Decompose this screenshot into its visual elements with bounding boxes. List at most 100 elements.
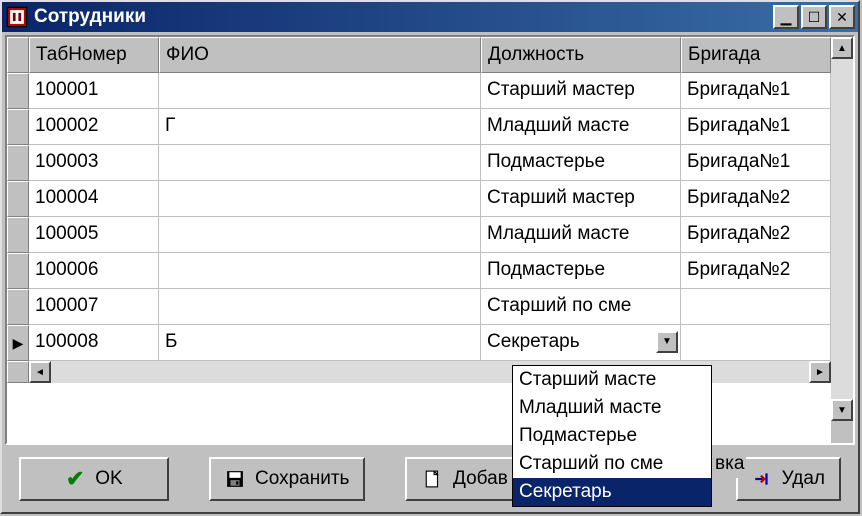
col-header-brg[interactable]: Бригада — [681, 37, 831, 73]
option-text: Старший по сме — [519, 453, 663, 474]
cell-pos[interactable]: Старший по сме — [481, 289, 681, 325]
add-button-label: Добав — [453, 468, 508, 490]
close-icon: ✕ — [836, 9, 848, 26]
titlebar[interactable]: Сотрудники ▁ ☐ ✕ — [2, 2, 858, 32]
add-button[interactable]: Добав — [405, 457, 525, 501]
cell-fio[interactable] — [159, 289, 481, 325]
employees-window: Сотрудники ▁ ☐ ✕ ТабНомер ФИО Должность … — [0, 0, 860, 514]
cell-tab[interactable]: 100002 — [29, 109, 159, 145]
cell-tab[interactable]: 100004 — [29, 181, 159, 217]
save-button[interactable]: Сохранить — [209, 457, 365, 501]
col-header-tab[interactable]: ТабНомер — [29, 37, 159, 73]
cell-pos-combo[interactable]: Секретарь ▼ — [481, 325, 681, 361]
dropdown-option[interactable]: Подмастерье — [513, 422, 711, 450]
row-indicator[interactable] — [7, 73, 29, 109]
minimize-icon: ▁ — [781, 9, 792, 26]
delete-button[interactable]: Удал — [736, 457, 841, 501]
row-indicator[interactable] — [7, 181, 29, 217]
maximize-button[interactable]: ☐ — [801, 5, 827, 29]
dropdown-option[interactable]: Младший масте — [513, 394, 711, 422]
cell-pos[interactable]: Подмастерье — [481, 145, 681, 181]
ok-button[interactable]: ✔ OK — [19, 457, 169, 501]
position-dropdown-list[interactable]: Старший масте Младший масте Подмастерье … — [512, 365, 712, 507]
scroll-up-button[interactable]: ▲ — [831, 37, 853, 59]
vscroll-track[interactable] — [831, 59, 853, 399]
triangle-up-icon: ▲ — [837, 43, 847, 54]
scroll-corner — [831, 421, 853, 443]
cell-brg[interactable]: Бригада№2 — [681, 217, 831, 253]
row-indicator[interactable] — [7, 289, 29, 325]
delete-icon — [752, 469, 772, 489]
check-icon: ✔ — [65, 469, 85, 489]
cell-pos[interactable]: Младший масте — [481, 217, 681, 253]
table-row[interactable]: 100007 Старший по сме — [7, 289, 831, 325]
dropdown-option-selected[interactable]: Секретарь — [513, 478, 711, 506]
row-indicator-active[interactable]: ▶ — [7, 325, 29, 361]
cell-fio[interactable] — [159, 145, 481, 181]
cell-fio[interactable] — [159, 73, 481, 109]
scroll-down-button[interactable]: ▼ — [831, 399, 853, 421]
cell-brg[interactable]: Бригада№1 — [681, 73, 831, 109]
cell-tab[interactable]: 100008 — [29, 325, 159, 361]
cell-pos[interactable]: Младший масте — [481, 109, 681, 145]
triangle-left-icon: ◄ — [35, 367, 45, 378]
dropdown-option[interactable]: Старший по смевка — [513, 450, 711, 478]
table-row[interactable]: 100005 Младший масте Бригада№2 — [7, 217, 831, 253]
table-row[interactable]: 100001 Старший мастер Бригада№1 — [7, 73, 831, 109]
row-indicator[interactable] — [7, 109, 29, 145]
position-dropdown-button[interactable]: ▼ — [656, 331, 678, 353]
table-row-active[interactable]: ▶ 100008 Б Секретарь ▼ — [7, 325, 831, 361]
new-document-icon — [423, 469, 443, 489]
cell-brg[interactable] — [681, 325, 831, 361]
triangle-right-icon: ► — [815, 367, 825, 378]
row-indicator[interactable] — [7, 253, 29, 289]
data-grid[interactable]: ТабНомер ФИО Должность Бригада 100001 Ст… — [5, 35, 855, 445]
minimize-button[interactable]: ▁ — [773, 5, 799, 29]
row-indicator[interactable] — [7, 217, 29, 253]
client-area: ТабНомер ФИО Должность Бригада 100001 Ст… — [2, 32, 858, 512]
cell-tab[interactable]: 100003 — [29, 145, 159, 181]
cell-fio[interactable]: Б — [159, 325, 481, 361]
table-row[interactable]: 100004 Старший мастер Бригада№2 — [7, 181, 831, 217]
cell-pos[interactable]: Старший мастер — [481, 181, 681, 217]
scroll-right-button[interactable]: ► — [809, 361, 831, 383]
table-row[interactable]: 100006 Подмастерье Бригада№2 — [7, 253, 831, 289]
table-row[interactable]: 100002 Г Младший масте Бригада№1 — [7, 109, 831, 145]
app-icon — [6, 6, 28, 28]
cell-pos-value: Секретарь — [487, 331, 580, 352]
cell-brg[interactable]: Бригада№1 — [681, 109, 831, 145]
scroll-left-button[interactable]: ◄ — [29, 361, 51, 383]
maximize-icon: ☐ — [808, 9, 821, 26]
vertical-scrollbar[interactable]: ▲ ▼ — [831, 37, 853, 443]
delete-button-label: Удал — [782, 468, 825, 490]
col-header-pos[interactable]: Должность — [481, 37, 681, 73]
window-title: Сотрудники — [34, 6, 773, 28]
table-row[interactable]: 100003 Подмастерье Бригада№1 — [7, 145, 831, 181]
row-indicator-header[interactable] — [7, 37, 29, 73]
ok-button-label: OK — [95, 468, 122, 490]
cell-tab[interactable]: 100006 — [29, 253, 159, 289]
dropdown-option[interactable]: Старший масте — [513, 366, 711, 394]
floppy-icon — [225, 469, 245, 489]
triangle-down-icon: ▼ — [837, 405, 847, 416]
cell-tab[interactable]: 100005 — [29, 217, 159, 253]
cell-fio[interactable] — [159, 217, 481, 253]
cell-pos[interactable]: Подмастерье — [481, 253, 681, 289]
cell-fio[interactable] — [159, 253, 481, 289]
cell-brg[interactable]: Бригада№1 — [681, 145, 831, 181]
cell-brg[interactable] — [681, 289, 831, 325]
col-header-fio[interactable]: ФИО — [159, 37, 481, 73]
row-indicator[interactable] — [7, 145, 29, 181]
grid-corner-left — [7, 361, 29, 383]
chevron-down-icon: ▼ — [662, 325, 672, 359]
cell-fio[interactable]: Г — [159, 109, 481, 145]
grid-header-row: ТабНомер ФИО Должность Бригада — [7, 37, 831, 73]
cell-brg[interactable]: Бригада№2 — [681, 253, 831, 289]
cell-pos[interactable]: Старший мастер — [481, 73, 681, 109]
cell-tab[interactable]: 100001 — [29, 73, 159, 109]
cell-fio[interactable] — [159, 181, 481, 217]
cell-brg[interactable]: Бригада№2 — [681, 181, 831, 217]
cell-tab[interactable]: 100007 — [29, 289, 159, 325]
close-button[interactable]: ✕ — [829, 5, 855, 29]
window-controls: ▁ ☐ ✕ — [773, 5, 855, 29]
